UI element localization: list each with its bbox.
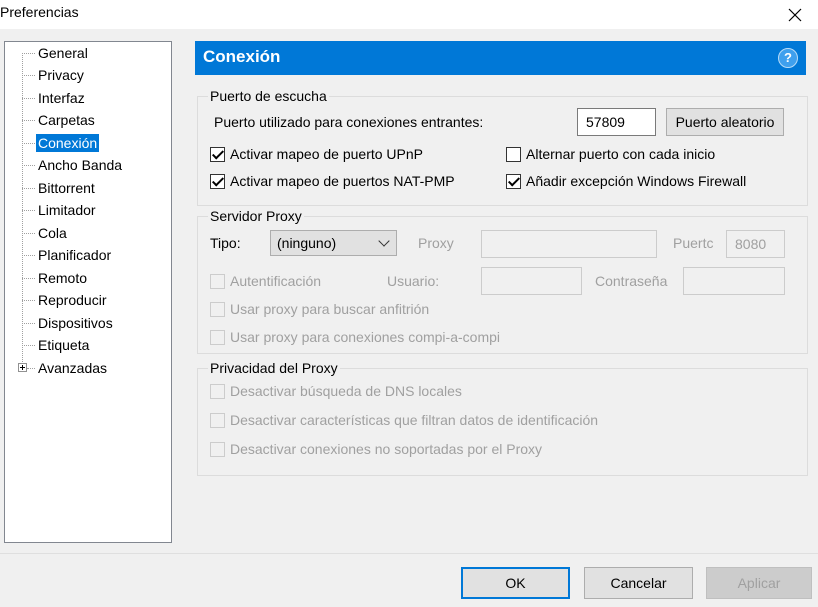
proxy-user-label: Usuario: bbox=[387, 273, 440, 289]
tree-item-general[interactable]: General bbox=[5, 43, 171, 63]
firewall-exception-checkbox[interactable]: Añadir excepción Windows Firewall bbox=[506, 173, 746, 189]
section-title: Conexión bbox=[203, 47, 281, 66]
tree-item-dispositivos[interactable]: Dispositivos bbox=[5, 313, 171, 333]
tree-item-label: Planificador bbox=[38, 247, 112, 263]
category-tree: General Privacy Interfaz Carpetas Conexi… bbox=[4, 41, 172, 543]
tree-item-ancho-banda[interactable]: Ancho Banda bbox=[5, 155, 171, 175]
checkbox-label: Desactivar conexiones no soportadas por … bbox=[230, 441, 543, 457]
checkbox-label: Desactivar búsqueda de DNS locales bbox=[230, 383, 462, 399]
tree-item-label: Reproducir bbox=[38, 292, 107, 308]
checkbox-label: Añadir excepción Windows Firewall bbox=[526, 173, 747, 189]
tree-item-interfaz[interactable]: Interfaz bbox=[5, 88, 171, 108]
proxy-server-group-title: Servidor Proxy bbox=[208, 208, 304, 224]
proxy-privacy-group-title: Privacidad del Proxy bbox=[208, 360, 340, 376]
disable-local-dns-checkbox[interactable]: Desactivar búsqueda de DNS locales bbox=[210, 383, 462, 399]
proxy-host-input[interactable] bbox=[481, 230, 657, 258]
checkbox-box bbox=[210, 146, 225, 162]
help-icon[interactable]: ? bbox=[778, 48, 798, 68]
checkbox-box bbox=[210, 412, 225, 428]
proxy-user-input[interactable] bbox=[481, 267, 582, 295]
tree-item-conexion[interactable]: Conexión bbox=[5, 133, 171, 153]
checkbox-box bbox=[210, 301, 225, 317]
proxy-p2p-checkbox[interactable]: Usar proxy para conexiones compi-a-compi bbox=[210, 329, 500, 345]
proxy-host-label: Proxy bbox=[418, 235, 454, 251]
tree-item-planificador[interactable]: Planificador bbox=[5, 245, 171, 265]
tree-item-etiqueta[interactable]: Etiqueta bbox=[5, 335, 171, 355]
incoming-port-label: Puerto utilizado para conexiones entrant… bbox=[214, 114, 484, 130]
tree-item-label: Dispositivos bbox=[38, 315, 113, 331]
tree-item-remoto[interactable]: Remoto bbox=[5, 268, 171, 288]
section-header: Conexión ? bbox=[195, 41, 806, 75]
tree-item-privacy[interactable]: Privacy bbox=[5, 65, 171, 85]
cancel-button[interactable]: Cancelar bbox=[584, 567, 693, 599]
tree-item-label: Cola bbox=[38, 225, 67, 241]
tree-item-avanzadas[interactable]: Avanzadas bbox=[5, 358, 171, 378]
checkbox-label: Activar mapeo de puerto UPnP bbox=[230, 146, 423, 162]
proxy-hostname-checkbox[interactable]: Usar proxy para buscar anfitrión bbox=[210, 301, 429, 317]
ok-button[interactable]: OK bbox=[461, 567, 570, 599]
checkbox-label: Usar proxy para buscar anfitrión bbox=[230, 301, 430, 317]
proxy-type-label: Tipo: bbox=[210, 235, 241, 251]
tree-item-label: Remoto bbox=[38, 270, 88, 286]
random-port-button[interactable]: Puerto aleatorio bbox=[666, 108, 784, 136]
incoming-port-input[interactable]: 57809 bbox=[577, 108, 656, 136]
tree-item-label: General bbox=[38, 45, 88, 61]
checkbox-box bbox=[210, 273, 225, 289]
tree-item-label: Privacy bbox=[38, 67, 84, 83]
tree-item-label: Limitador bbox=[38, 202, 96, 218]
upnp-checkbox[interactable]: Activar mapeo de puerto UPnP bbox=[210, 146, 423, 162]
tree-item-label: Bittorrent bbox=[38, 180, 95, 196]
tree-item-cola[interactable]: Cola bbox=[5, 223, 171, 243]
checkbox-label: Alternar puerto con cada inicio bbox=[526, 146, 716, 162]
tree-item-reproducir[interactable]: Reproducir bbox=[5, 290, 171, 310]
proxy-auth-checkbox[interactable]: Autentificación bbox=[210, 273, 321, 289]
proxy-port-input[interactable]: 8080 bbox=[726, 230, 785, 258]
close-icon bbox=[788, 8, 802, 21]
tree-item-label: Conexión bbox=[36, 134, 100, 152]
tree-item-limitador[interactable]: Limitador bbox=[5, 200, 171, 220]
proxy-port-label: Puertc bbox=[673, 235, 714, 251]
tree-item-label: Ancho Banda bbox=[38, 157, 123, 173]
alternate-port-checkbox[interactable]: Alternar puerto con cada inicio bbox=[506, 146, 715, 162]
apply-button[interactable]: Aplicar bbox=[706, 567, 812, 599]
checkbox-box bbox=[210, 383, 225, 399]
checkbox-label: Usar proxy para conexiones compi-a-compi bbox=[230, 329, 500, 345]
checkbox-label: Activar mapeo de puertos NAT-PMP bbox=[230, 173, 455, 189]
chevron-down-icon bbox=[378, 235, 390, 247]
listen-port-group-title: Puerto de escucha bbox=[208, 88, 329, 104]
checkbox-label: Autentificación bbox=[230, 273, 322, 289]
checkbox-box bbox=[506, 146, 521, 162]
disable-identifying-features-checkbox[interactable]: Desactivar características que filtran d… bbox=[210, 412, 598, 428]
checkbox-box bbox=[210, 173, 225, 189]
proxy-password-label: Contraseña bbox=[595, 273, 668, 289]
tree-item-label: Etiqueta bbox=[38, 337, 90, 353]
tree-item-carpetas[interactable]: Carpetas bbox=[5, 110, 171, 130]
proxy-type-select[interactable]: (ninguno) bbox=[270, 230, 397, 256]
checkbox-box bbox=[506, 173, 521, 189]
tree-item-label: Interfaz bbox=[38, 90, 85, 106]
tree-item-label: Avanzadas bbox=[38, 360, 108, 376]
footer-divider bbox=[0, 553, 818, 554]
tree-item-bittorrent[interactable]: Bittorrent bbox=[5, 178, 171, 198]
expand-plus-icon[interactable] bbox=[18, 363, 27, 372]
checkbox-label: Desactivar características que filtran d… bbox=[230, 412, 599, 428]
close-button[interactable] bbox=[772, 0, 818, 29]
natpmp-checkbox[interactable]: Activar mapeo de puertos NAT-PMP bbox=[210, 173, 455, 189]
checkbox-box bbox=[210, 441, 225, 457]
checkbox-box bbox=[210, 329, 225, 345]
proxy-password-input[interactable] bbox=[683, 267, 785, 295]
proxy-type-value: (ninguno) bbox=[277, 235, 337, 251]
title-bar: Preferencias bbox=[0, 0, 818, 29]
tree-item-label: Carpetas bbox=[38, 112, 95, 128]
window-title: Preferencias bbox=[0, 4, 79, 20]
disable-unsupported-connections-checkbox[interactable]: Desactivar conexiones no soportadas por … bbox=[210, 441, 542, 457]
